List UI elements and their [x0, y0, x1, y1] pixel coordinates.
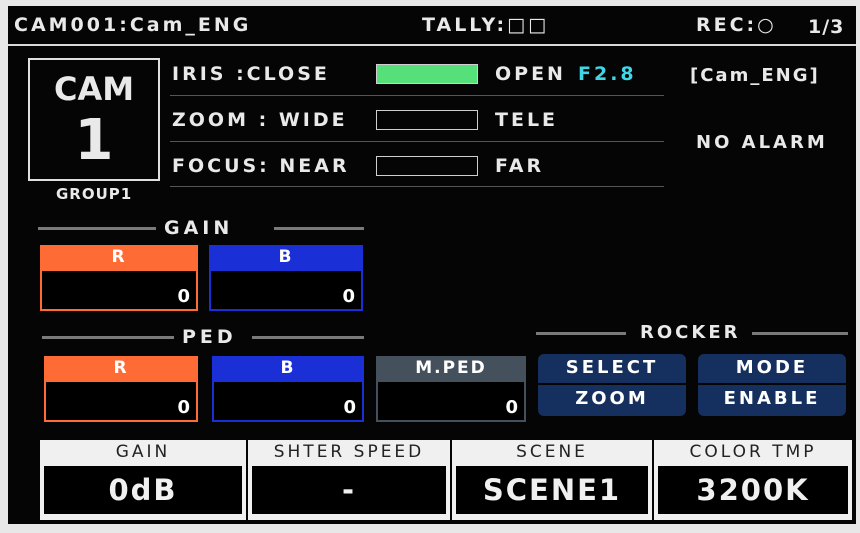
- zoom-bar: [376, 110, 478, 130]
- status-scene-value: SCENE1: [456, 466, 648, 514]
- master-ped-control[interactable]: M.PED 0: [376, 356, 526, 422]
- gain-b-label: B: [209, 245, 363, 269]
- status-shutter-value: -: [252, 466, 446, 514]
- iris-label: IRIS :CLOSE: [172, 63, 330, 85]
- status-scene-label: SCENE: [516, 442, 588, 462]
- rocker-select-value: ZOOM: [575, 388, 649, 409]
- gain-b-value: 0: [342, 286, 355, 307]
- ped-b-box: 0: [212, 380, 364, 422]
- rocker-mode-label: MODE: [735, 357, 809, 378]
- gain-b-box: 0: [209, 269, 363, 311]
- ped-header-line-right: [252, 336, 364, 339]
- camera-number: 1: [74, 108, 114, 173]
- gain-r-value: 0: [177, 286, 190, 307]
- header-divider: [8, 44, 856, 46]
- status-scene[interactable]: SCENE SCENE1: [452, 440, 652, 520]
- ped-r-box: 0: [44, 380, 198, 422]
- rocker-select-label: SELECT: [565, 357, 659, 378]
- gain-section-title: GAIN: [164, 217, 234, 239]
- ped-section-header: PED: [42, 326, 364, 348]
- status-gain[interactable]: GAIN 0dB: [40, 440, 246, 520]
- iris-bar: [376, 64, 478, 84]
- gain-section-header: GAIN: [38, 217, 364, 239]
- iris-end-label: OPEN: [495, 63, 566, 85]
- camera-label: CAM: [53, 70, 135, 108]
- ped-b-label: B: [212, 356, 364, 380]
- rec-status: REC:○: [696, 14, 777, 36]
- ped-r-label: R: [44, 356, 198, 380]
- ped-b-control[interactable]: B 0: [212, 356, 364, 422]
- focus-end-label: FAR: [495, 155, 545, 177]
- rocker-mode-button[interactable]: MODE ENABLE: [698, 354, 846, 416]
- camera-title: CAM001:Cam_ENG: [14, 14, 252, 36]
- lens-divider-3: [170, 186, 664, 187]
- group-label: GROUP1: [56, 185, 133, 203]
- camera-control-screen: CAM001:Cam_ENG TALLY:□□ REC:○ 1/3 CAM 1 …: [8, 6, 856, 524]
- status-shutter[interactable]: SHTER SPEED -: [248, 440, 450, 520]
- ped-header-line-left: [42, 336, 174, 339]
- lens-divider-1: [170, 95, 664, 96]
- rocker-section-header: ROCKER: [536, 322, 848, 344]
- gain-r-label: R: [40, 245, 198, 269]
- status-color-temp-value: 3200K: [658, 466, 848, 514]
- status-shutter-label: SHTER SPEED: [273, 442, 425, 462]
- ped-b-value: 0: [343, 397, 356, 418]
- alarm-status: NO ALARM: [696, 132, 828, 153]
- camera-name: [Cam_ENG]: [690, 65, 820, 86]
- rocker-header-line-left: [536, 332, 626, 335]
- status-gain-value: 0dB: [44, 466, 242, 514]
- rocker-select-button[interactable]: SELECT ZOOM: [538, 354, 686, 416]
- master-ped-value: 0: [505, 397, 518, 418]
- gain-r-box: 0: [40, 269, 198, 311]
- iris-bar-fill: [377, 65, 477, 83]
- gain-header-line-right: [274, 227, 364, 230]
- lens-divider-2: [170, 141, 664, 142]
- camera-number-box: CAM 1: [28, 58, 160, 181]
- iris-value: F2.8: [578, 63, 637, 85]
- ped-r-control[interactable]: R 0: [44, 356, 198, 422]
- status-color-temp-label: COLOR TMP: [689, 442, 817, 462]
- rocker-section-title: ROCKER: [640, 322, 741, 343]
- master-ped-box: 0: [376, 380, 526, 422]
- gain-r-control[interactable]: R 0: [40, 245, 198, 311]
- gain-header-line-left: [38, 227, 156, 230]
- zoom-end-label: TELE: [495, 109, 559, 131]
- status-gain-label: GAIN: [115, 442, 171, 462]
- page-indicator[interactable]: 1/3: [808, 16, 844, 38]
- ped-r-value: 0: [177, 397, 190, 418]
- rocker-header-line-right: [752, 332, 848, 335]
- zoom-label: ZOOM : WIDE: [172, 109, 348, 131]
- focus-bar: [376, 156, 478, 176]
- tally-status: TALLY:□□: [422, 14, 550, 36]
- ped-section-title: PED: [182, 326, 237, 348]
- rocker-mode-value: ENABLE: [723, 388, 821, 409]
- master-ped-label: M.PED: [376, 356, 526, 380]
- focus-label: FOCUS: NEAR: [172, 155, 350, 177]
- status-color-temp[interactable]: COLOR TMP 3200K: [654, 440, 852, 520]
- gain-b-control[interactable]: B 0: [209, 245, 363, 311]
